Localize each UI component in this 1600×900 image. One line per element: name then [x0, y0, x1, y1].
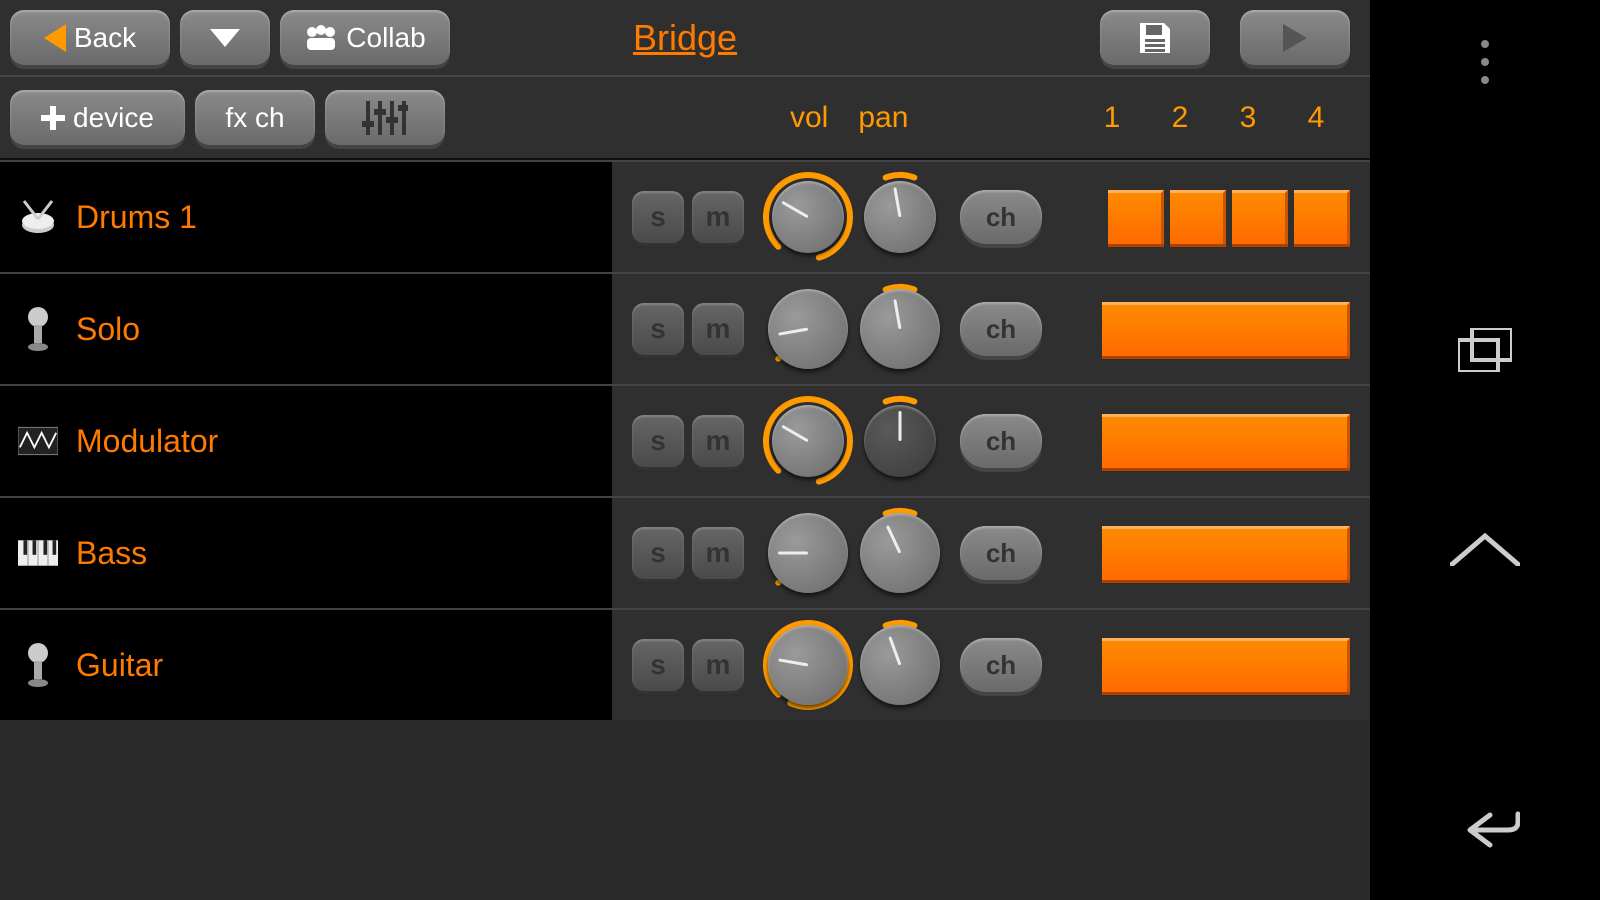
pan-knob[interactable] [854, 619, 946, 711]
system-nav [1370, 0, 1600, 900]
pan-knob[interactable] [854, 283, 946, 375]
save-button[interactable] [1100, 10, 1210, 65]
back-arrow-icon [44, 24, 66, 52]
track-controls: s m ch [612, 386, 1370, 496]
plus-icon [41, 106, 65, 130]
pattern-headers: 1 2 3 4 [1078, 101, 1350, 135]
track-row: Guitar s m ch [0, 608, 1370, 720]
solo-button[interactable]: s [632, 639, 684, 691]
song-title[interactable]: Bridge [633, 17, 737, 59]
track-header[interactable]: Guitar [0, 610, 612, 720]
volume-knob[interactable] [762, 283, 854, 375]
pattern-cell[interactable] [1108, 190, 1164, 244]
pattern-area [1102, 414, 1350, 468]
collab-button[interactable]: Collab [280, 10, 450, 65]
fx-channel-button[interactable]: fx ch [195, 90, 315, 145]
mute-button[interactable]: m [692, 303, 744, 355]
track-name: Drums 1 [76, 199, 197, 236]
menu-dots-icon[interactable] [1481, 40, 1489, 84]
num-4: 4 [1282, 101, 1350, 135]
play-button[interactable] [1240, 10, 1350, 65]
channel-button[interactable]: ch [960, 302, 1042, 356]
pattern-area [1102, 526, 1350, 580]
track-name: Modulator [76, 423, 218, 460]
num-3: 3 [1214, 101, 1282, 135]
pattern-cell[interactable] [1294, 190, 1350, 244]
track-header[interactable]: Solo [0, 274, 612, 384]
track-name: Guitar [76, 647, 163, 684]
pan-knob[interactable] [854, 507, 946, 599]
home-icon[interactable] [1450, 532, 1520, 566]
add-device-button[interactable]: device [10, 90, 185, 145]
pattern-area [1102, 638, 1350, 692]
vol-header: vol [790, 101, 828, 135]
dropdown-button[interactable] [180, 10, 270, 65]
solo-button[interactable]: s [632, 191, 684, 243]
track-list: Drums 1 s m ch Solo s m [0, 160, 1370, 720]
track-row: Solo s m ch [0, 272, 1370, 384]
mixer-button[interactable] [325, 90, 445, 145]
channel-button[interactable]: ch [960, 526, 1042, 580]
channel-button[interactable]: ch [960, 190, 1042, 244]
pattern-cell[interactable] [1102, 414, 1350, 468]
track-row: Bass s m ch [0, 496, 1370, 608]
mic-icon [18, 645, 58, 685]
pattern-cell[interactable] [1170, 190, 1226, 244]
track-name: Bass [76, 535, 147, 572]
mute-button[interactable]: m [692, 191, 744, 243]
pattern-cell[interactable] [1102, 302, 1350, 356]
solo-button[interactable]: s [632, 415, 684, 467]
pattern-cell[interactable] [1232, 190, 1288, 244]
collab-label: Collab [346, 22, 425, 54]
track-controls: s m ch [612, 610, 1370, 720]
subbar: device fx ch vol pan 1 2 3 4 [0, 75, 1370, 160]
volume-knob[interactable] [762, 619, 854, 711]
track-header[interactable]: Drums 1 [0, 162, 612, 272]
wave-icon [18, 421, 58, 461]
track-row: Drums 1 s m ch [0, 160, 1370, 272]
num-2: 2 [1146, 101, 1214, 135]
track-controls: s m ch [612, 498, 1370, 608]
track-header[interactable]: Modulator [0, 386, 612, 496]
back-button[interactable]: Back [10, 10, 170, 65]
pattern-area [1108, 190, 1350, 244]
volume-knob[interactable] [762, 395, 854, 487]
channel-button[interactable]: ch [960, 638, 1042, 692]
pan-knob[interactable] [854, 171, 946, 263]
topbar: Back Collab Bridge [0, 0, 1370, 75]
track-controls: s m ch [612, 162, 1370, 272]
pattern-area [1102, 302, 1350, 356]
pattern-cell[interactable] [1102, 526, 1350, 580]
solo-button[interactable]: s [632, 527, 684, 579]
back-label: Back [74, 22, 136, 54]
back-nav-icon[interactable] [1450, 810, 1520, 850]
mute-button[interactable]: m [692, 527, 744, 579]
pattern-cell[interactable] [1102, 638, 1350, 692]
volume-knob[interactable] [762, 507, 854, 599]
pan-header: pan [858, 101, 908, 135]
column-headers: vol pan [790, 101, 908, 135]
keys-icon [18, 533, 58, 573]
track-controls: s m ch [612, 274, 1370, 384]
sliders-icon [362, 101, 408, 135]
mic-icon [18, 309, 58, 349]
track-name: Solo [76, 311, 140, 348]
drum-icon [18, 197, 58, 237]
channel-button[interactable]: ch [960, 414, 1042, 468]
mute-button[interactable]: m [692, 415, 744, 467]
num-1: 1 [1078, 101, 1146, 135]
volume-knob[interactable] [762, 171, 854, 263]
fxch-label: fx ch [225, 102, 284, 134]
device-label: device [73, 102, 154, 134]
play-icon [1283, 24, 1307, 52]
chevron-down-icon [210, 29, 240, 47]
track-row: Modulator s m ch [0, 384, 1370, 496]
pan-knob[interactable] [854, 395, 946, 487]
recent-apps-icon[interactable] [1458, 328, 1512, 372]
track-header[interactable]: Bass [0, 498, 612, 608]
people-icon [304, 24, 338, 52]
solo-button[interactable]: s [632, 303, 684, 355]
mute-button[interactable]: m [692, 639, 744, 691]
save-icon [1138, 21, 1172, 55]
